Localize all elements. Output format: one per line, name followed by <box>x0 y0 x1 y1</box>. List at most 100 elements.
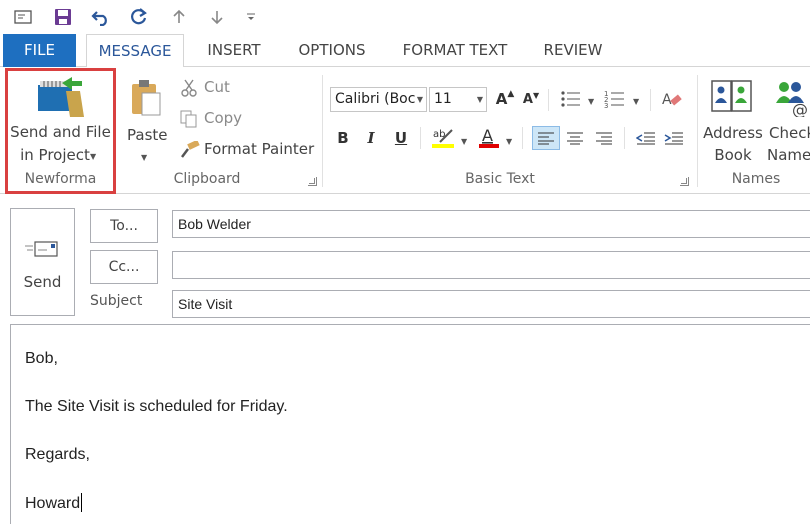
ribbon-tabs: FILE MESSAGE INSERT OPTIONS FORMAT TEXT … <box>0 34 810 68</box>
svg-text:A: A <box>662 92 672 108</box>
chevron-down-icon: ▼ <box>90 152 97 161</box>
body-line: Regards, <box>25 446 90 463</box>
clipboard-launcher-icon[interactable] <box>308 177 317 186</box>
grow-font-icon[interactable]: A ▲ <box>494 87 516 111</box>
chevron-down-icon[interactable]: ▼ <box>588 97 594 106</box>
check-names-icon: @ <box>774 77 810 117</box>
align-center-button[interactable] <box>563 126 587 150</box>
scissors-icon <box>180 79 198 97</box>
quick-access-toolbar <box>0 0 810 34</box>
save-icon[interactable] <box>52 6 74 28</box>
chevron-down-icon[interactable]: ▼ <box>461 137 467 146</box>
send-mail-icon <box>25 239 61 259</box>
bullets-icon[interactable] <box>560 89 582 109</box>
send-and-file-button[interactable]: Send and File in Project ▼ <box>8 71 113 169</box>
font-name-dropdown[interactable]: Calibri (Boc ▼ <box>330 87 427 112</box>
body-line: Bob, <box>25 350 58 367</box>
newforma-group-label: Newforma <box>24 171 97 187</box>
paste-label: Paste <box>127 126 168 144</box>
check-names-label-2: Names <box>767 146 810 164</box>
address-book-label-1: Address <box>703 124 763 142</box>
undo-icon[interactable] <box>90 6 112 28</box>
clipboard-group-label: Clipboard <box>173 171 241 187</box>
align-left-button[interactable] <box>532 126 560 150</box>
font-size-dropdown[interactable]: 11 ▼ <box>429 87 487 112</box>
cut-button[interactable]: Cut <box>180 77 240 99</box>
font-size-value: 11 <box>434 91 452 107</box>
cut-label: Cut <box>204 78 230 96</box>
ribbon: Send and File in Project ▼ Newforma Past… <box>0 67 810 194</box>
names-group-label: Names <box>731 171 781 187</box>
font-color-icon[interactable]: A <box>478 125 502 149</box>
address-book-icon <box>711 77 753 117</box>
chevron-down-icon[interactable]: ▼ <box>506 137 512 146</box>
check-names-label-1: Check <box>769 124 810 142</box>
group-divider <box>322 75 323 187</box>
tab-format-text[interactable]: FORMAT TEXT <box>392 34 518 67</box>
increase-indent-icon[interactable] <box>662 126 686 150</box>
divider <box>548 89 549 111</box>
highlight-icon[interactable]: ab <box>432 125 456 149</box>
basic-text-launcher-icon[interactable] <box>680 177 689 186</box>
send-and-file-label-2: in Project <box>20 146 90 164</box>
tab-review[interactable]: REVIEW <box>532 34 614 67</box>
text-cursor <box>81 493 83 512</box>
underline-button[interactable]: U <box>390 126 412 150</box>
divider <box>522 127 523 149</box>
divider <box>420 127 421 149</box>
cc-field[interactable] <box>172 251 810 279</box>
up-arrow-icon[interactable] <box>168 6 190 28</box>
format-painter-button[interactable]: Format Painter <box>180 139 314 161</box>
copy-icon <box>180 110 198 128</box>
copy-button[interactable]: Copy <box>180 108 250 130</box>
subject-field[interactable]: Site Visit <box>172 290 810 318</box>
to-button[interactable]: To... <box>90 209 158 243</box>
paste-button[interactable]: Paste ▼ <box>124 75 168 165</box>
chevron-down-icon: ▼ <box>476 95 483 104</box>
decrease-indent-icon[interactable] <box>634 126 658 150</box>
cc-button[interactable]: Cc... <box>90 250 158 284</box>
tab-options[interactable]: OPTIONS <box>284 34 380 67</box>
send-button[interactable]: Send <box>10 208 75 316</box>
numbering-icon[interactable]: 123 <box>604 89 626 109</box>
to-field[interactable]: Bob Welder <box>172 210 810 238</box>
svg-text:A: A <box>482 126 493 145</box>
subject-label: Subject <box>90 293 143 309</box>
divider <box>650 89 651 111</box>
check-names-button[interactable]: @ Check Names <box>766 73 810 169</box>
redo-icon[interactable] <box>128 6 150 28</box>
address-book-button[interactable]: Address Book <box>702 73 764 169</box>
send-file-project-icon <box>36 77 86 123</box>
svg-text:3: 3 <box>604 102 608 109</box>
basic-text-group-label: Basic Text <box>465 171 535 187</box>
paintbrush-icon <box>180 141 200 159</box>
body-line-last: Howard <box>25 493 83 513</box>
clear-formatting-icon[interactable]: A <box>662 88 684 110</box>
chevron-down-icon[interactable]: ▼ <box>633 97 639 106</box>
tab-file[interactable]: FILE <box>3 34 76 67</box>
bold-button[interactable]: B <box>332 126 354 150</box>
divider <box>624 127 625 149</box>
body-line: Howard <box>25 495 81 512</box>
format-painter-label: Format Painter <box>204 140 315 158</box>
send-and-file-label-1: Send and File <box>10 123 111 141</box>
group-divider <box>697 75 698 187</box>
clipboard-icon <box>130 79 162 117</box>
shrink-font-icon[interactable]: A ▼ <box>520 87 542 111</box>
message-body[interactable]: Bob, The Site Visit is scheduled for Fri… <box>10 324 810 524</box>
address-book-label-2: Book <box>714 146 752 164</box>
svg-text:@: @ <box>792 100 808 117</box>
chevron-down-icon: ▼ <box>416 95 423 104</box>
mail-icon[interactable] <box>12 6 34 28</box>
send-label: Send <box>23 273 62 291</box>
body-line: The Site Visit is scheduled for Friday. <box>25 398 288 415</box>
customize-icon[interactable] <box>240 6 262 28</box>
align-right-button[interactable] <box>592 126 616 150</box>
tab-message[interactable]: MESSAGE <box>86 34 184 68</box>
font-name-value: Calibri (Boc <box>335 91 416 107</box>
chevron-down-icon: ▼ <box>141 153 148 162</box>
down-arrow-icon[interactable] <box>206 6 228 28</box>
copy-label: Copy <box>204 109 243 127</box>
italic-button[interactable]: I <box>360 126 382 150</box>
tab-insert[interactable]: INSERT <box>196 34 272 67</box>
